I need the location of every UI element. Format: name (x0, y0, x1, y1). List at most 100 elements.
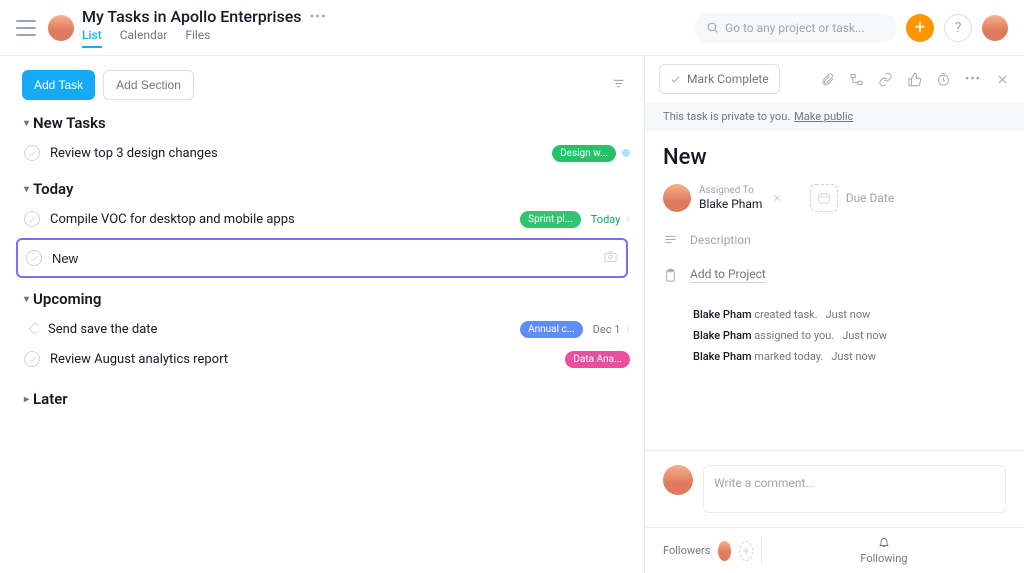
bell-icon (878, 536, 890, 548)
detail-toolbar: Mark Complete ••• (645, 56, 1024, 102)
assignee-name: Blake Pham (699, 197, 762, 211)
complete-checkbox[interactable] (24, 351, 40, 367)
task-row[interactable]: Send save the date Annual c... Dec 1 › (22, 314, 636, 344)
add-follower-button[interactable]: + (739, 541, 753, 561)
more-icon[interactable]: ••• (310, 9, 327, 25)
new-task-input[interactable] (52, 251, 603, 266)
project-pill[interactable]: Annual c... (520, 321, 583, 338)
tab-calendar[interactable]: Calendar (120, 28, 168, 48)
search-input[interactable]: Go to any project or task... (694, 13, 896, 43)
section-upcoming[interactable]: ▾ Upcoming (24, 290, 636, 308)
like-icon[interactable] (907, 72, 922, 87)
following-label[interactable]: Following (860, 552, 907, 565)
chevron-right-icon: › (626, 322, 630, 336)
description-label: Description (690, 233, 751, 247)
detail-task-title[interactable]: New (663, 145, 1006, 170)
privacy-text: This task is private to you. (663, 110, 790, 123)
add-task-button[interactable]: Add Task (22, 70, 95, 100)
description-field[interactable]: Description (663, 232, 1006, 247)
task-row-editing[interactable] (16, 238, 628, 278)
section-title: Today (33, 180, 73, 198)
close-icon[interactable] (995, 72, 1010, 87)
privacy-banner: This task is private to you. Make public (645, 102, 1024, 131)
section-today[interactable]: ▾ Today (24, 180, 636, 198)
timer-icon[interactable] (936, 72, 951, 87)
comment-avatar (663, 465, 693, 495)
calendar-icon (810, 184, 838, 212)
global-add-button[interactable]: + (906, 14, 934, 42)
milestone-icon[interactable] (24, 320, 48, 338)
mark-complete-button[interactable]: Mark Complete (659, 64, 780, 94)
project-pill[interactable]: Data Ana... (565, 351, 630, 368)
activity-item: Blake Pham marked today.Just now (693, 347, 1006, 368)
caret-down-icon: ▾ (24, 118, 29, 129)
comment-placeholder: Write a comment... (714, 476, 815, 490)
task-title: Review August analytics report (50, 352, 565, 367)
task-title: Compile VOC for desktop and mobile apps (50, 212, 520, 227)
followers-row: Followers + Following (645, 527, 1024, 573)
section-title: Later (33, 390, 68, 408)
subtask-icon[interactable] (849, 72, 864, 87)
menu-icon[interactable] (16, 20, 36, 36)
chevron-right-icon: › (626, 212, 630, 226)
tag-dot (622, 149, 630, 157)
help-button[interactable]: ? (944, 14, 972, 42)
complete-checkbox[interactable] (24, 211, 40, 227)
workspace-avatar[interactable] (48, 15, 74, 41)
add-section-button[interactable]: Add Section (103, 70, 194, 100)
title-wrap: My Tasks in Apollo Enterprises ••• List … (82, 7, 327, 48)
complete-checkbox[interactable] (24, 145, 40, 161)
main: Add Task Add Section ▾ New Tasks Review … (0, 56, 1024, 573)
follower-avatar[interactable] (718, 541, 731, 561)
tab-list[interactable]: List (82, 28, 102, 48)
section-later[interactable]: ▸ Later (24, 390, 636, 408)
activity-log: Blake Pham created task.Just now Blake P… (663, 305, 1006, 368)
view-tabs: List Calendar Files (82, 28, 327, 48)
detail-body: New Assigned To Blake Pham ✕ Due Date (645, 131, 1024, 450)
due-date: Today (591, 213, 621, 226)
caret-down-icon: ▾ (24, 184, 29, 195)
attachment-icon[interactable] (820, 72, 835, 87)
task-title: Send save the date (48, 322, 520, 337)
assignee-avatar (663, 184, 691, 212)
caret-right-icon: ▸ (24, 394, 29, 405)
section-title: Upcoming (33, 290, 101, 308)
caret-down-icon: ▾ (24, 294, 29, 305)
due-date: Dec 1 (593, 323, 621, 336)
due-date-field[interactable]: Due Date (810, 184, 895, 212)
page-title: My Tasks in Apollo Enterprises (82, 7, 302, 26)
add-to-project-field[interactable]: Add to Project (663, 267, 1006, 283)
comment-input[interactable]: Write a comment... (703, 465, 1006, 513)
followers-label: Followers (663, 544, 710, 557)
task-detail-pane: Mark Complete ••• This task is private t… (644, 56, 1024, 573)
section-title: New Tasks (33, 114, 106, 132)
list-toolbar: Add Task Add Section (22, 70, 636, 100)
user-avatar[interactable] (982, 15, 1008, 41)
task-list-pane: Add Task Add Section ▾ New Tasks Review … (0, 56, 644, 573)
search-icon (706, 21, 719, 34)
assignee-label: Assigned To (699, 185, 762, 196)
camera-icon[interactable] (603, 249, 618, 268)
more-icon[interactable]: ••• (965, 72, 981, 87)
topbar: My Tasks in Apollo Enterprises ••• List … (0, 0, 1024, 56)
clipboard-icon (663, 268, 678, 283)
project-pill[interactable]: Design w... (552, 145, 616, 162)
due-date-label: Due Date (846, 191, 895, 205)
assignee-field[interactable]: Assigned To Blake Pham ✕ (663, 184, 782, 212)
clear-assignee-icon[interactable]: ✕ (772, 192, 781, 205)
description-icon (663, 232, 678, 247)
task-row[interactable]: Review top 3 design changes Design w... (22, 138, 636, 168)
tab-files[interactable]: Files (185, 28, 210, 48)
make-public-link[interactable]: Make public (794, 110, 853, 123)
activity-item: Blake Pham assigned to you.Just now (693, 326, 1006, 347)
search-placeholder: Go to any project or task... (725, 21, 865, 35)
link-icon[interactable] (878, 72, 893, 87)
filter-icon[interactable] (611, 76, 636, 95)
task-row[interactable]: Review August analytics report Data Ana.… (22, 344, 636, 374)
section-new-tasks[interactable]: ▾ New Tasks (24, 114, 636, 132)
task-row[interactable]: Compile VOC for desktop and mobile apps … (22, 204, 636, 234)
comment-area: Write a comment... (645, 450, 1024, 527)
mark-complete-label: Mark Complete (687, 72, 769, 86)
complete-checkbox[interactable] (26, 250, 42, 266)
project-pill[interactable]: Sprint pl... (520, 211, 581, 228)
